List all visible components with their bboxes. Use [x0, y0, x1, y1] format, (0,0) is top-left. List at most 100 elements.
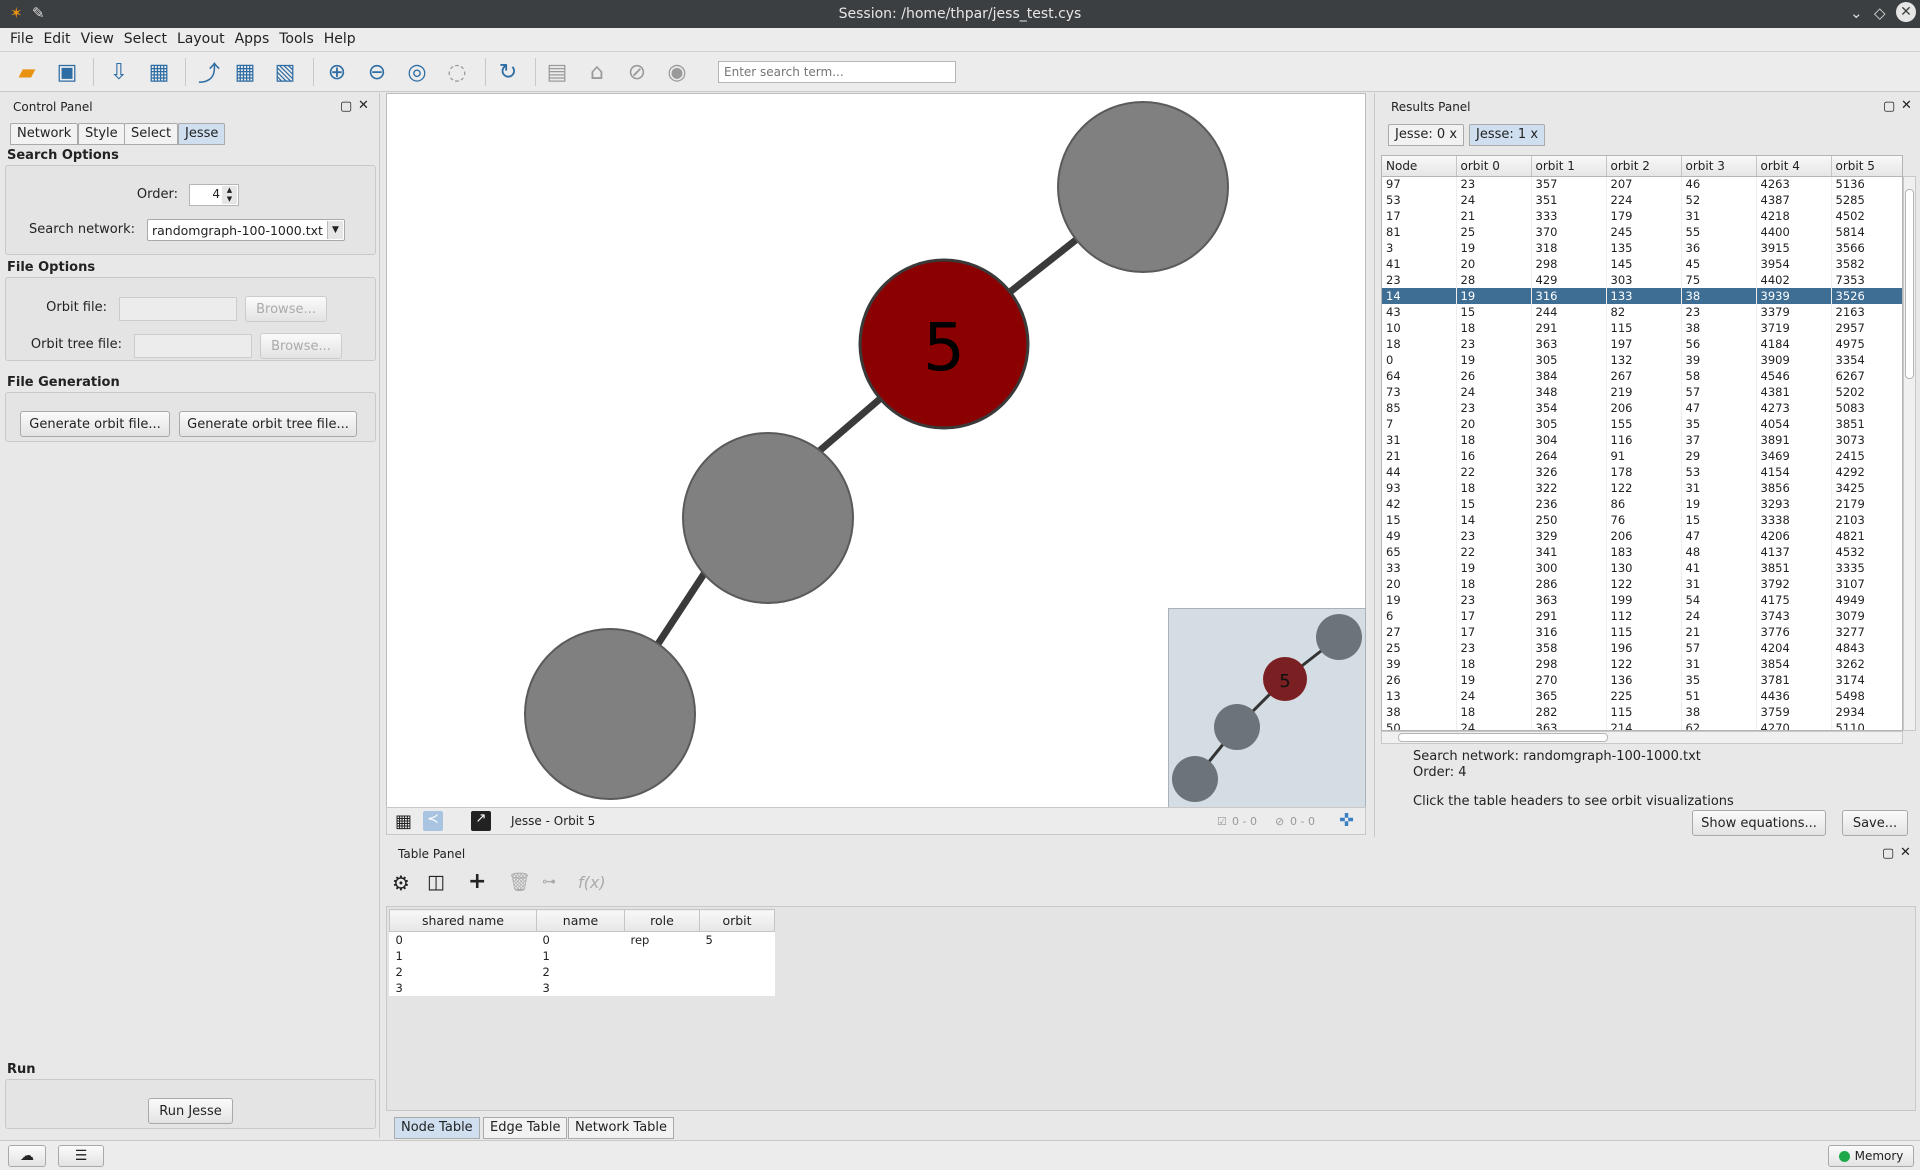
generate-orbit-tree-button[interactable]: Generate orbit tree file...: [179, 411, 357, 437]
chevron-down-icon[interactable]: ▼: [327, 221, 343, 239]
export-image-icon[interactable]: ▧: [270, 57, 300, 87]
network-node[interactable]: [524, 628, 696, 800]
export-table-icon[interactable]: ▦: [230, 57, 260, 87]
table-row[interactable]: 22: [390, 964, 775, 980]
results-column-header[interactable]: orbit 2: [1606, 156, 1682, 177]
table-row[interactable]: 49 23 329 206 47 4206 4821: [1382, 528, 1902, 544]
zoom-in-icon[interactable]: ⊕: [322, 57, 352, 87]
table-row[interactable]: 7 20 305 155 35 4054 3851: [1382, 416, 1902, 432]
menu-view[interactable]: View: [76, 28, 119, 47]
spinner-down-icon[interactable]: ▼: [222, 195, 237, 204]
zoom-out-icon[interactable]: ⊖: [362, 57, 392, 87]
navigator-icon[interactable]: ✜: [1339, 810, 1354, 831]
table-row[interactable]: 17 21 333 179 31 4218 4502: [1382, 208, 1902, 224]
table-row[interactable]: 31 18 304 116 37 3891 3073: [1382, 432, 1902, 448]
table-row[interactable]: 23 28 429 303 75 4402 7353: [1382, 272, 1902, 288]
table-row[interactable]: 44 22 326 178 53 4154 4292: [1382, 464, 1902, 480]
table-row[interactable]: 53 24 351 224 52 4387 5285: [1382, 192, 1902, 208]
run-jesse-button[interactable]: Run Jesse: [148, 1098, 233, 1124]
table-row[interactable]: 21 16 264 91 29 3469 2415: [1382, 448, 1902, 464]
table-row[interactable]: 39 18 298 122 31 3854 3262: [1382, 656, 1902, 672]
table-row[interactable]: 0 0 rep 5: [390, 932, 775, 948]
table-row[interactable]: 33 19 300 130 41 3851 3335: [1382, 560, 1902, 576]
table-row[interactable]: 25 23 358 196 57 4204 4843: [1382, 640, 1902, 656]
node-column-header[interactable]: role: [624, 909, 700, 932]
zoom-fit-icon[interactable]: ◎: [402, 57, 432, 87]
table-row[interactable]: 26 19 270 136 35 3781 3174: [1382, 672, 1902, 688]
minimize-icon[interactable]: ⌄: [1850, 4, 1863, 22]
cloud-icon[interactable]: ☁: [8, 1145, 46, 1167]
table-row[interactable]: 3 19 318 135 36 3915 3566: [1382, 240, 1902, 256]
table-row[interactable]: 20 18 286 122 31 3792 3107: [1382, 576, 1902, 592]
menu-layout[interactable]: Layout: [172, 28, 230, 47]
spinner-up-icon[interactable]: ▲: [222, 186, 237, 195]
tab-network-table[interactable]: Network Table: [568, 1117, 675, 1139]
menu-apps[interactable]: Apps: [230, 28, 275, 47]
table-row[interactable]: 42 15 236 86 19 3293 2179: [1382, 496, 1902, 512]
results-column-header[interactable]: orbit 4: [1756, 156, 1832, 177]
close-table-icon[interactable]: ✕: [1900, 845, 1911, 860]
close-window-icon[interactable]: ✕: [1896, 2, 1916, 22]
close-tab-icon[interactable]: x: [1449, 127, 1457, 142]
table-row[interactable]: 14 19 316 133 38 3939 3526: [1382, 288, 1902, 304]
tab-style[interactable]: Style: [78, 123, 125, 145]
table-row[interactable]: 10 18 291 115 38 3719 2957: [1382, 320, 1902, 336]
results-tab-1[interactable]: Jesse: 1 x: [1469, 124, 1546, 146]
add-column-icon[interactable]: +: [468, 869, 486, 894]
float-results-icon[interactable]: ▢: [1883, 99, 1895, 114]
table-row[interactable]: 11: [390, 948, 775, 964]
tab-jesse[interactable]: Jesse: [178, 123, 226, 145]
table-row[interactable]: 93 18 322 122 31 3856 3425: [1382, 480, 1902, 496]
close-tab-icon[interactable]: x: [1530, 127, 1538, 142]
delete-icon[interactable]: 🗑: [508, 872, 531, 893]
export-network-icon[interactable]: ⤴: [194, 57, 224, 87]
new-network-from-selection-icon[interactable]: ▤: [542, 57, 572, 87]
table-row[interactable]: 6 17 291 112 24 3743 3079: [1382, 608, 1902, 624]
table-row[interactable]: 19 23 363 199 54 4175 4949: [1382, 592, 1902, 608]
results-tab-0[interactable]: Jesse: 0 x: [1388, 124, 1465, 146]
table-row[interactable]: 64 26 384 267 58 4546 6267: [1382, 368, 1902, 384]
node-column-header[interactable]: shared name: [389, 909, 537, 932]
close-panel-icon[interactable]: ✕: [358, 98, 369, 113]
menu-edit[interactable]: Edit: [38, 28, 75, 47]
order-spinner[interactable]: 4 ▲ ▼: [189, 184, 239, 206]
export-view-icon[interactable]: ↗: [471, 811, 491, 831]
results-column-header[interactable]: orbit 5: [1831, 156, 1902, 177]
tab-network[interactable]: Network: [10, 123, 79, 145]
orbit-file-field[interactable]: [119, 297, 237, 321]
network-minimap[interactable]: 5: [1168, 608, 1366, 808]
save-results-button[interactable]: Save...: [1842, 810, 1908, 836]
table-row[interactable]: 27 17 316 115 21 3776 3277: [1382, 624, 1902, 640]
show-equations-button[interactable]: Show equations...: [1692, 810, 1826, 836]
maximize-icon[interactable]: ◇: [1874, 4, 1886, 22]
vertical-scroll-thumb[interactable]: [1905, 189, 1914, 379]
float-table-icon[interactable]: ▢: [1882, 846, 1894, 861]
table-row[interactable]: 33: [390, 980, 775, 996]
close-results-icon[interactable]: ✕: [1901, 98, 1912, 113]
menu-tools[interactable]: Tools: [274, 28, 319, 47]
zoom-selected-icon[interactable]: ◌: [442, 57, 472, 87]
import-table-icon[interactable]: ▦: [144, 57, 174, 87]
results-column-header[interactable]: orbit 1: [1531, 156, 1607, 177]
hide-icon[interactable]: ⊘: [622, 57, 652, 87]
task-list-icon[interactable]: ☰: [58, 1145, 104, 1167]
open-folder-icon[interactable]: ▰: [12, 57, 42, 87]
import-network-icon[interactable]: ⇩: [104, 57, 134, 87]
link-icon[interactable]: ⊶: [542, 874, 556, 890]
table-row[interactable]: 85 23 354 206 47 4273 5083: [1382, 400, 1902, 416]
node-column-header[interactable]: orbit: [699, 909, 775, 932]
results-horizontal-scrollbar[interactable]: [1381, 731, 1903, 744]
node-table[interactable]: shared name name role orbit 0 0 rep 5 1 1 2 2 3 3: [389, 909, 775, 996]
memory-button[interactable]: Memory: [1828, 1145, 1914, 1167]
table-row[interactable]: 13 24 365 225 51 4436 5498: [1382, 688, 1902, 704]
results-table[interactable]: Node orbit 0 orbit 1 orbit 2 orbit 3 orbit 4o…: [1381, 155, 1903, 731]
table-row[interactable]: 18 23 363 197 56 4184 4975: [1382, 336, 1902, 352]
save-icon[interactable]: ▣: [52, 57, 82, 87]
orbit-file-browse-button[interactable]: Browse...: [245, 296, 327, 322]
table-row[interactable]: 81 25 370 245 55 4400 5814: [1382, 224, 1902, 240]
table-row[interactable]: 38 18 282 115 38 3759 2934: [1382, 704, 1902, 720]
table-row[interactable]: 15 14 250 76 15 3338 2103: [1382, 512, 1902, 528]
table-row[interactable]: 65 22 341 183 48 4137 4532: [1382, 544, 1902, 560]
results-column-header[interactable]: orbit 0: [1456, 156, 1532, 177]
results-column-header[interactable]: orbit 3: [1681, 156, 1757, 177]
